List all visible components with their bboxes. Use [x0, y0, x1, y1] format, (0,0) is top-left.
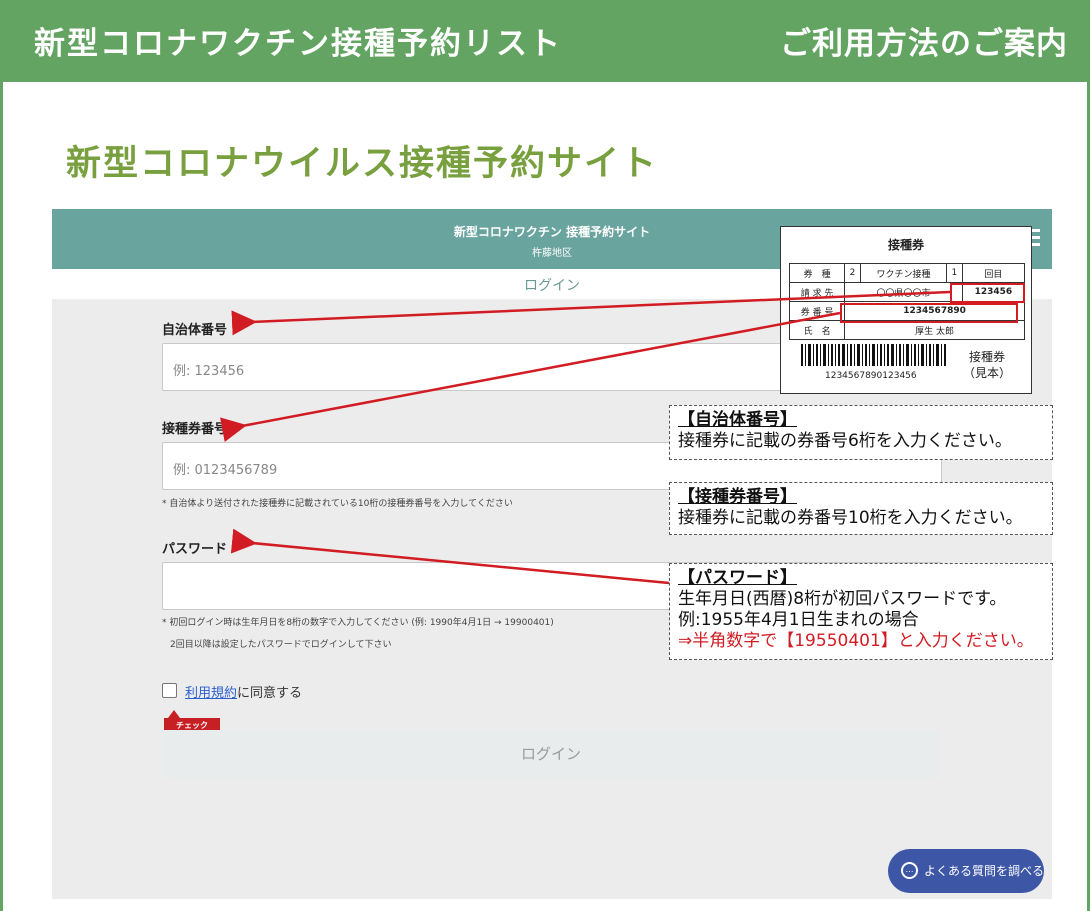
page-heading: 新型コロナウイルス接種予約サイト: [66, 144, 659, 184]
terms-of-use-link[interactable]: 利用規約: [185, 686, 237, 701]
callout-red-line: ⇒半角数字で【19550401】と入力ください。: [678, 631, 1034, 651]
callout-title: 【接種券番号】: [678, 487, 797, 507]
ticket-cell: 券 番 号: [788, 301, 846, 321]
callout-municipality-number: 【自治体番号】 接種券に記載の券番号6桁を入力ください。: [669, 405, 1053, 460]
callout-title: 【自治体番号】: [678, 410, 797, 430]
password-note-subsequent: 2回目以降は設定したパスワードでログインして下さい: [170, 640, 392, 650]
ticket-cell: 請 求 先: [788, 282, 846, 302]
barcode-number: 1234567890123456: [825, 371, 917, 381]
callout-line: 生年月日(西暦)8桁が初回パスワードです。: [678, 589, 1007, 609]
faq-button-label: よくある質問を調べる: [924, 864, 1045, 878]
login-button[interactable]: ログイン: [162, 730, 940, 778]
ticket-number-note: * 自治体より送付された接種券に記載されている10桁の接種券番号を入力してくださ…: [162, 499, 513, 509]
ticket-number-label: 接種券番号: [162, 422, 228, 437]
callout-title: 【パスワード】: [678, 568, 797, 588]
chat-bubble-icon: …: [901, 862, 918, 879]
ticket-sample-label: 接種券 （見本）: [963, 349, 1011, 381]
sample-label-line2: （見本）: [963, 366, 1012, 380]
ticket-cell: 厚生 太郎: [844, 320, 1025, 340]
header-guide: ご利用方法のご案内: [780, 26, 1068, 62]
agree-suffix: に同意する: [237, 686, 303, 701]
ticket-cell: 回目: [961, 263, 1026, 283]
terms-agree-text: 利用規約に同意する: [185, 682, 302, 701]
page: 新型コロナワクチン接種予約リスト ご利用方法のご案内 新型コロナウイルス接種予約…: [0, 0, 1090, 911]
callout-ticket-number: 【接種券番号】 接種券に記載の券番号10桁を入力ください。: [669, 482, 1053, 535]
password-label: パスワード: [162, 542, 228, 557]
password-note-first-login: * 初回ログイン時は生年月日を8桁の数字で入力してください (例: 1990年4…: [162, 618, 554, 628]
barcode-image: [801, 344, 946, 366]
ticket-title: 接種券: [887, 238, 924, 252]
ticket-cell: 〇〇県〇〇市: [844, 282, 963, 302]
ticket-cell: 2: [844, 263, 861, 283]
highlight-ticket-number: [840, 303, 1018, 323]
sample-label-line1: 接種券: [969, 350, 1006, 364]
header-title: 新型コロナワクチン接種予約リスト: [34, 26, 562, 62]
ticket-cell: 1: [946, 263, 963, 283]
callout-line: 例:1955年4月1日生まれの場合: [678, 610, 919, 630]
highlight-municipality-number: [950, 283, 1025, 303]
municipality-number-label: 自治体番号: [162, 323, 228, 338]
ticket-cell: 券 種: [788, 263, 846, 283]
callout-line: 接種券に記載の券番号6桁を入力ください。: [678, 431, 1012, 451]
ticket-cell: ワクチン接種: [859, 263, 948, 283]
ticket-cell: 氏 名: [788, 320, 846, 340]
faq-button[interactable]: … よくある質問を調べる: [888, 849, 1044, 893]
callout-line: 接種券に記載の券番号10桁を入力ください。: [678, 508, 1023, 528]
top-header-bar: 新型コロナワクチン接種予約リスト ご利用方法のご案内: [0, 0, 1090, 82]
terms-agree-checkbox[interactable]: [162, 683, 177, 698]
callout-password: 【パスワード】 生年月日(西暦)8桁が初回パスワードです。 例:1955年4月1…: [669, 563, 1053, 660]
frame-border-left: [0, 82, 3, 911]
